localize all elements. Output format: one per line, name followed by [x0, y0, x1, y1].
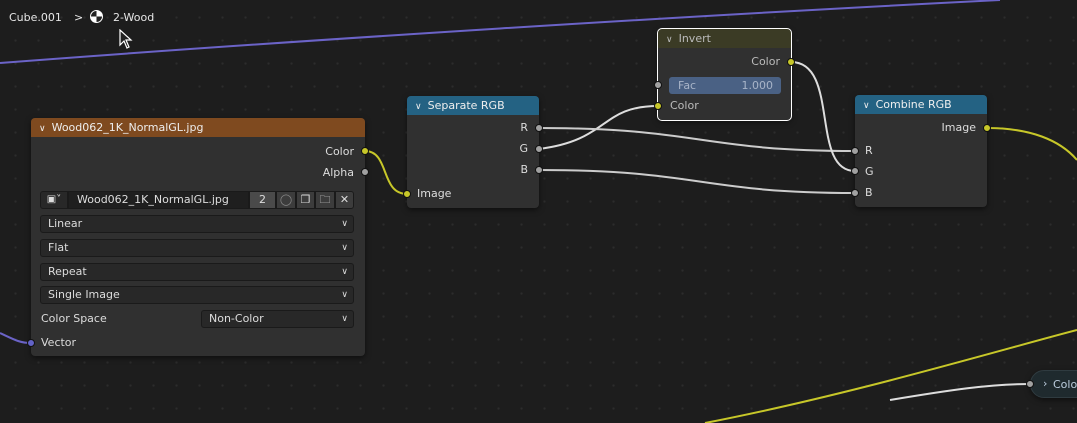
link-bottom-yellow	[704, 329, 1077, 423]
node-header[interactable]: ∨ Combine RGB	[855, 95, 987, 114]
output-color-label: Color	[751, 55, 780, 68]
node-title: Wood062_1K_NormalGL.jpg	[51, 121, 204, 134]
node-header[interactable]: ∨ Separate RGB	[407, 96, 539, 115]
input-color-label: Color	[670, 99, 699, 112]
input-image-label: Image	[417, 187, 452, 200]
chevron-down-icon: ∨	[341, 290, 348, 300]
socket-separate-b-out[interactable]	[535, 166, 543, 174]
expand-chevron-icon[interactable]: ›	[1043, 377, 1047, 390]
link-b-to-combine	[538, 169, 856, 194]
socket-image-alpha-out[interactable]	[361, 168, 369, 176]
collapse-chevron-icon[interactable]: ∨	[666, 31, 673, 50]
color-space-label: Color Space	[41, 312, 107, 325]
link-r-to-combine	[538, 127, 856, 152]
breadcrumb-material[interactable]: 2-Wood	[113, 11, 154, 24]
socket-separate-g-out[interactable]	[535, 145, 543, 153]
fake-user-shield-icon[interactable]: ◯	[276, 191, 296, 209]
projection-dropdown[interactable]: Flat ∨	[40, 239, 354, 257]
interpolation-dropdown[interactable]: Linear ∨	[40, 215, 354, 233]
output-color-label: Color	[325, 145, 354, 158]
socket-invert-color-out[interactable]	[787, 58, 795, 66]
open-folder-icon[interactable]: 🗀	[315, 191, 335, 209]
link-to-reroute	[889, 383, 1031, 401]
link-color-to-separate	[364, 150, 408, 195]
input-b-label: B	[865, 186, 873, 199]
chevron-down-icon: ∨	[341, 314, 348, 324]
fac-slider[interactable]: Fac 1.000	[669, 77, 781, 94]
collapse-chevron-icon[interactable]: ∨	[863, 97, 870, 116]
material-sphere-icon	[90, 10, 103, 23]
invert-node[interactable]: ∨ Invert Color Fac 1.000 Color	[657, 28, 792, 121]
input-vector-label: Vector	[41, 336, 77, 349]
breadcrumb-object[interactable]: Cube.001	[9, 11, 62, 24]
color-space-dropdown[interactable]: Non-Color ∨	[201, 310, 354, 328]
collapse-chevron-icon[interactable]: ∨	[39, 120, 46, 139]
image-name-field[interactable]: Wood062_1K_NormalGL.jpg	[68, 191, 249, 209]
input-g-label: G	[865, 165, 874, 178]
image-browse-button[interactable]: ▣˅	[40, 191, 68, 209]
link-combine-out	[986, 127, 1077, 161]
chevron-down-icon: ∨	[341, 243, 348, 253]
combine-rgb-node[interactable]: ∨ Combine RGB Image R G B	[855, 95, 987, 207]
chevron-down-icon: ∨	[341, 219, 348, 229]
socket-image-color-out[interactable]	[361, 147, 369, 155]
node-header[interactable]: ∨ Invert	[658, 29, 791, 48]
socket-collapsed-in[interactable]	[1026, 380, 1034, 388]
socket-invert-fac-in[interactable]	[654, 81, 662, 89]
output-g-label: G	[519, 142, 528, 155]
socket-invert-color-in[interactable]	[654, 102, 662, 110]
extension-dropdown[interactable]: Repeat ∨	[40, 263, 354, 281]
socket-separate-image-in[interactable]	[403, 190, 411, 198]
socket-combine-g-in[interactable]	[851, 167, 859, 175]
separate-rgb-node[interactable]: ∨ Separate RGB R G B Image	[407, 96, 539, 208]
source-dropdown[interactable]: Single Image ∨	[40, 286, 354, 304]
duplicate-image-icon[interactable]: ❐	[296, 191, 315, 209]
collapse-chevron-icon[interactable]: ∨	[415, 98, 422, 117]
socket-combine-r-in[interactable]	[851, 147, 859, 155]
output-b-label: B	[520, 163, 528, 176]
node-title: Combine RGB	[875, 98, 952, 111]
input-r-label: R	[865, 144, 873, 157]
unlink-close-icon[interactable]: ✕	[335, 191, 354, 209]
socket-separate-r-out[interactable]	[535, 124, 543, 132]
chevron-down-icon: ∨	[341, 267, 348, 277]
breadcrumb-separator: >	[74, 11, 84, 24]
node-header[interactable]: ∨ Wood062_1K_NormalGL.jpg	[31, 118, 365, 137]
link-invert-to-g	[790, 61, 856, 172]
node-title: Separate RGB	[427, 99, 505, 112]
socket-combine-image-out[interactable]	[983, 124, 991, 132]
output-image-label: Image	[941, 121, 976, 134]
socket-combine-b-in[interactable]	[851, 189, 859, 197]
collapsed-color-node[interactable]: › Color	[1030, 370, 1077, 398]
link-vector-top	[0, 0, 1001, 64]
image-texture-node[interactable]: ∨ Wood062_1K_NormalGL.jpg Color Alpha ▣˅ …	[31, 118, 365, 356]
node-title: Invert	[678, 32, 711, 45]
output-r-label: R	[520, 121, 528, 134]
image-users-count[interactable]: 2	[249, 191, 276, 209]
output-alpha-label: Alpha	[322, 166, 354, 179]
socket-image-vector-in[interactable]	[27, 339, 35, 347]
node-title: Color	[1053, 378, 1077, 391]
